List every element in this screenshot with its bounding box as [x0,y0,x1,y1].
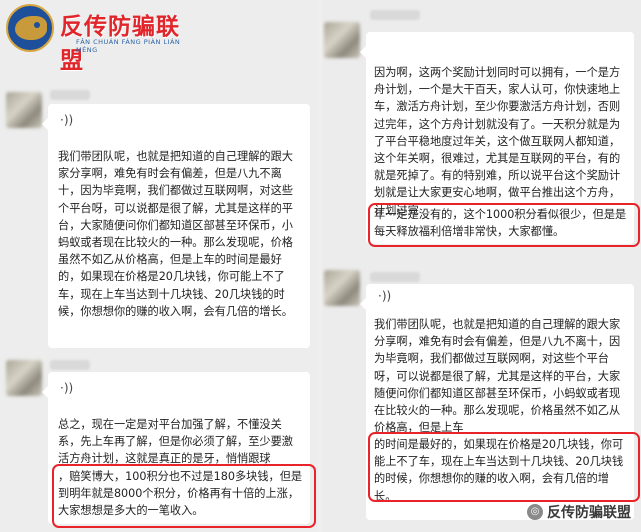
sender-name [370,10,420,20]
avatar[interactable] [324,270,360,306]
transcript-text: 总之，现在一定是对平台加强了解，不懂没关系，先上车再了解，但是你必须了解，至少要… [58,418,293,466]
right-screenshot-panel: 因为啊，这两个奖励计划同时可以拥有，一个是方舟计划，一个是大干百天，家人认可，你… [322,0,641,532]
voice-message-bubble[interactable]: ·)) 我们带团队呢，也就是把知道的自己理解的跟大家分享啊，难免有时会有偏差，但… [42,104,310,348]
transcript-highlighted-text: 的时间是最好的，如果现在价格是20几块钱，你可能上不了车，现在上车当达到十几块钱… [374,438,624,503]
eagle-emblem-icon [6,4,54,52]
left-screenshot-panel: 反传防骗联盟 FǍN CHUÁN FÁNG PIÀN LIÁN MÉNG ·))… [0,0,318,532]
transcript-text: 我们带团队呢，也就是把知道的自己理解的跟大家分享啊，难免有时会有偏差，但是八九不… [374,318,621,435]
avatar[interactable] [6,360,42,396]
avatar[interactable] [324,22,360,58]
logo-subtitle: FǍN CHUÁN FÁNG PIÀN LIÁN MÉNG [76,38,181,54]
sender-name [370,272,420,282]
transcript-text: 我们带团队呢，也就是把知道的自己理解的跟大家分享啊，难免有时会有偏差，但是八九不… [58,150,293,318]
text-message-bubble[interactable]: 因为啊，这两个奖励计划同时可以拥有，一个是方舟计划，一个是大干百天，家人认可，你… [360,32,634,244]
transcript-text: 因为啊，这两个奖励计划同时可以拥有，一个是方舟计划，一个是大干百天，家人认可，你… [374,66,621,217]
voice-message-icon[interactable]: ·)) [60,112,73,129]
transcript-highlighted-text: ，赔笑博大，100积分也不过是180多块钱，但是到明年就是8000个积分，价格再… [58,470,303,518]
voice-message-bubble[interactable]: ·)) 总之，现在一定是对平台加强了解，不懂没关系，先上车再了解，但是你必须了解… [42,372,310,524]
brand-logo: 反传防骗联盟 FǍN CHUÁN FÁNG PIÀN LIÁN MÉNG [6,4,192,74]
voice-message-icon[interactable]: ·)) [60,380,73,397]
voice-message-icon[interactable]: ·)) [378,288,391,305]
watermark: ◎ 反传防骗联盟 [527,502,631,522]
sender-name [50,360,90,370]
wechat-account-icon: ◎ [527,504,543,520]
transcript-highlighted-text: 年一定是没有的，这个1000积分看似很少，但是是每天释放福利倍增非常快，大家都懂… [374,208,627,239]
sender-name [50,90,90,100]
voice-message-bubble[interactable]: ·)) 我们带团队呢，也就是把知道的自己理解的跟大家分享啊，难免有时会有偏差，但… [360,284,634,520]
watermark-text: 反传防骗联盟 [547,505,631,521]
avatar[interactable] [6,92,42,128]
